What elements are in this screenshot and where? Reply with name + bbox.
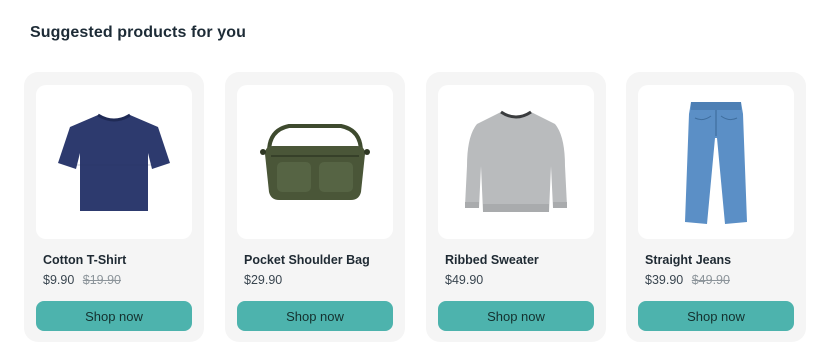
original-price: $19.90 [82, 273, 121, 287]
jeans-icon [685, 102, 747, 224]
product-card-straight-jeans[interactable]: Straight Jeans $39.90 $49.90 Shop now [626, 72, 806, 342]
current-price: $29.90 [244, 273, 283, 287]
shop-now-button[interactable]: Shop now [36, 301, 192, 331]
product-name: Pocket Shoulder Bag [244, 253, 370, 267]
product-card-pocket-shoulder-bag[interactable]: Pocket Shoulder Bag $29.90 Shop now [225, 72, 405, 342]
product-name: Straight Jeans [645, 253, 732, 267]
shop-now-button[interactable]: Shop now [237, 301, 393, 331]
current-price: $39.90 [645, 273, 684, 287]
price-row: $49.90 [445, 273, 483, 287]
sweater-icon [465, 110, 567, 212]
product-name: Cotton T-Shirt [43, 253, 127, 267]
price-row: $29.90 [244, 273, 282, 287]
price-row: $9.90 $19.90 [43, 273, 121, 287]
shoulder-bag-icon [260, 124, 370, 200]
shop-now-button[interactable]: Shop now [638, 301, 794, 331]
original-price: $49.90 [691, 273, 730, 287]
tshirt-icon [58, 113, 170, 211]
product-image[interactable] [438, 85, 594, 239]
price-row: $39.90 $49.90 [645, 273, 730, 287]
product-card-ribbed-sweater[interactable]: Ribbed Sweater $49.90 Shop now [426, 72, 606, 342]
product-image[interactable] [237, 85, 393, 239]
current-price: $9.90 [43, 273, 75, 287]
product-name: Ribbed Sweater [445, 253, 539, 267]
shop-now-button[interactable]: Shop now [438, 301, 594, 331]
current-price: $49.90 [445, 273, 484, 287]
section-title: Suggested products for you [30, 24, 246, 41]
product-image[interactable] [638, 85, 794, 239]
product-card-cotton-tshirt[interactable]: Cotton T-Shirt $9.90 $19.90 Shop now [24, 72, 204, 342]
product-image[interactable] [36, 85, 192, 239]
